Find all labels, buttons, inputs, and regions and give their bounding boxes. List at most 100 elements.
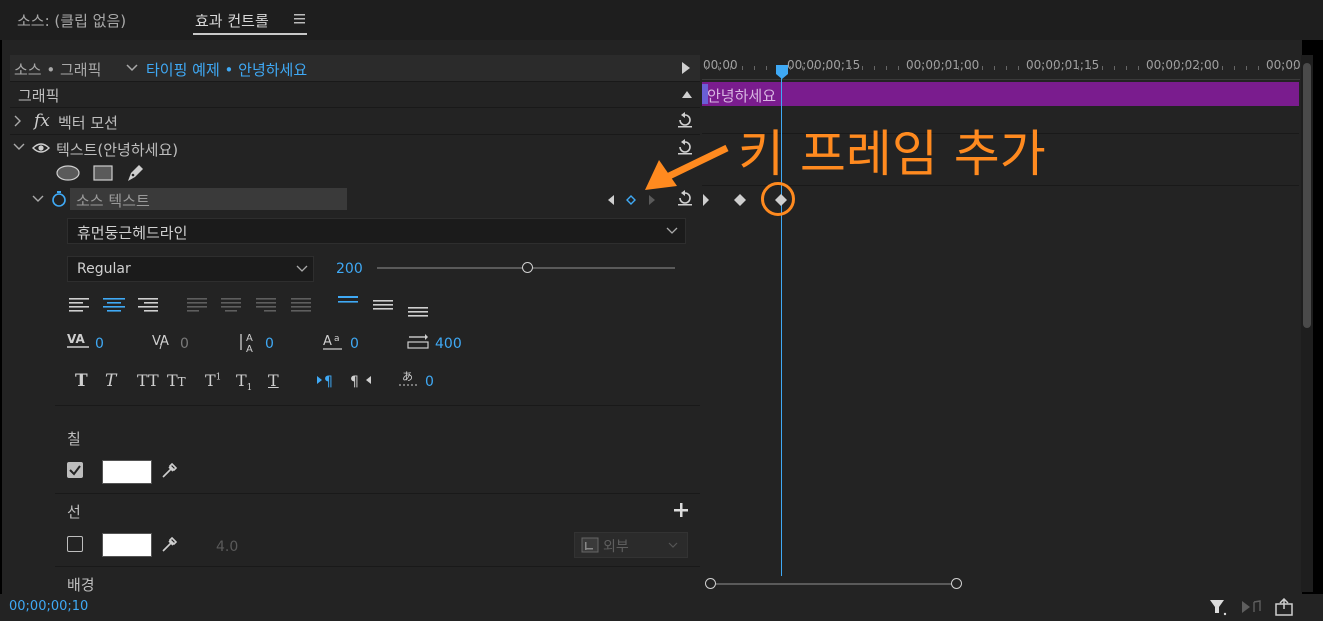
ruler-tick [1018, 66, 1019, 70]
indent-icon: あ [398, 368, 420, 390]
playhead-handle[interactable] [775, 64, 791, 80]
stroke-type-value: 외부 [603, 539, 629, 555]
reset-icon[interactable] [676, 111, 694, 129]
fx-icon: fx [34, 111, 50, 131]
align-top-icon[interactable] [338, 295, 358, 311]
justify-left-icon[interactable] [187, 297, 207, 313]
all-caps-icon[interactable]: TT [137, 371, 159, 390]
svg-text:A: A [246, 344, 253, 354]
ruler-tick [838, 66, 839, 70]
stopwatch-icon[interactable] [51, 190, 67, 208]
align-middle-icon[interactable] [373, 298, 393, 314]
ruler-tick [946, 66, 947, 70]
small-caps-icon[interactable]: TT [167, 371, 186, 390]
kerning-icon: VA [66, 331, 92, 353]
eyedropper-icon[interactable] [160, 534, 180, 554]
source-clip-label: 소스 • 그래픽 [14, 61, 102, 79]
stroke-color-swatch[interactable] [102, 533, 152, 557]
justify-all-icon[interactable] [291, 297, 311, 313]
align-center-icon[interactable] [103, 297, 125, 313]
faux-italic-icon[interactable]: T [105, 371, 116, 391]
ruler-tick [994, 66, 995, 70]
filter-icon[interactable] [1209, 598, 1227, 616]
play-audio-icon[interactable] [1241, 599, 1263, 615]
vertical-scrollbar[interactable] [1301, 55, 1313, 592]
justify-center-icon[interactable] [221, 297, 241, 313]
svg-text:VA: VA [67, 332, 85, 346]
font-style-dropdown[interactable]: Regular [67, 256, 314, 282]
source-text-label: 소스 텍스트 [76, 192, 150, 210]
align-left-icon[interactable] [69, 297, 89, 313]
tsume-value[interactable]: 400 [435, 336, 462, 352]
font-dropdown[interactable]: 휴먼둥근헤드라인 [67, 218, 686, 244]
graphic-section-header: 그래픽 [10, 82, 700, 108]
ruler-tick [1066, 66, 1067, 70]
pen-mask-icon[interactable] [125, 163, 145, 183]
font-size-value[interactable]: 200 [336, 261, 363, 277]
ruler-tick [814, 66, 815, 70]
ruler-tick [742, 66, 743, 70]
chevron-down-icon [668, 542, 678, 549]
justify-right-icon[interactable] [256, 297, 276, 313]
sequence-clip-selector[interactable]: 타이핑 예제 • 안녕하세요 [146, 59, 307, 80]
ruler-tick [1054, 66, 1055, 70]
current-timecode[interactable]: 00;00;00;10 [9, 599, 88, 614]
chevron-down-icon[interactable] [13, 143, 25, 151]
fill-color-swatch[interactable] [102, 460, 152, 484]
svg-text:あ: あ [402, 370, 413, 383]
play-triangle-icon[interactable] [681, 61, 691, 75]
source-text-field[interactable]: 소스 텍스트 [70, 188, 347, 210]
ruler-tick [1222, 66, 1223, 70]
add-stroke-icon[interactable] [674, 503, 688, 517]
ellipse-mask-icon[interactable] [56, 165, 80, 181]
prev-keyframe-icon[interactable] [607, 194, 615, 206]
font-size-slider-handle[interactable] [522, 262, 533, 273]
ruler-tick [1186, 66, 1187, 70]
svg-text:A: A [246, 333, 253, 344]
stroke-checkbox[interactable] [67, 536, 83, 552]
leading-value[interactable]: 0 [265, 336, 274, 352]
underline-icon[interactable]: T [268, 371, 279, 390]
ltr-direction-icon[interactable]: ¶ [316, 373, 338, 389]
ruler-tick [970, 66, 971, 70]
baseline-shift-value[interactable]: 0 [350, 336, 359, 352]
zoom-scrollbar-track[interactable] [710, 583, 957, 585]
faux-bold-icon[interactable]: T [75, 371, 88, 391]
fill-checkbox[interactable] [67, 462, 83, 478]
chevron-down-icon[interactable] [122, 59, 142, 77]
tab-effect-controls[interactable]: 효과 컨트롤 [195, 10, 269, 31]
subscript-icon[interactable]: T1 [236, 371, 252, 393]
tab-source[interactable]: 소스: (클립 없음) [17, 10, 126, 31]
vertical-scrollbar-thumb[interactable] [1303, 63, 1311, 328]
chevron-down-icon[interactable] [32, 195, 44, 203]
rtl-direction-icon[interactable]: ¶ [350, 373, 372, 389]
fill-label: 칠 [67, 430, 81, 448]
eyedropper-icon[interactable] [160, 460, 180, 480]
panel-menu-icon[interactable] [294, 13, 306, 25]
zoom-scrollbar-left-handle[interactable] [705, 578, 716, 589]
keyframe-icon[interactable] [734, 194, 746, 206]
zoom-scrollbar-right-handle[interactable] [951, 578, 962, 589]
rectangle-mask-icon[interactable] [93, 165, 113, 181]
align-right-icon[interactable] [138, 297, 158, 313]
background-label: 배경 [67, 576, 95, 594]
indent-value[interactable]: 0 [425, 374, 434, 390]
stroke-type-dropdown[interactable]: 외부 [574, 532, 688, 558]
active-tab-underline [193, 33, 307, 35]
export-icon[interactable] [1275, 598, 1295, 616]
stroke-label: 선 [67, 503, 81, 521]
vector-motion-label: 벡터 모션 [58, 114, 118, 132]
tracking-value[interactable]: 0 [180, 336, 189, 352]
chevron-right-icon[interactable] [13, 115, 21, 127]
eye-icon[interactable] [32, 142, 50, 154]
clip-bar[interactable]: 안녕하세요 [702, 82, 1299, 106]
kerning-value[interactable]: 0 [95, 336, 104, 352]
stroke-outside-icon [581, 537, 599, 553]
superscript-icon[interactable]: T1 [205, 371, 221, 390]
stroke-width-value[interactable]: 4.0 [216, 539, 238, 555]
collapse-up-icon[interactable] [681, 89, 693, 99]
align-bottom-icon[interactable] [408, 301, 428, 317]
annotation-text: 키 프레임 추가 [738, 125, 1046, 183]
ruler-tick [1150, 66, 1151, 70]
ruler-label: 00;00 [1266, 58, 1301, 72]
